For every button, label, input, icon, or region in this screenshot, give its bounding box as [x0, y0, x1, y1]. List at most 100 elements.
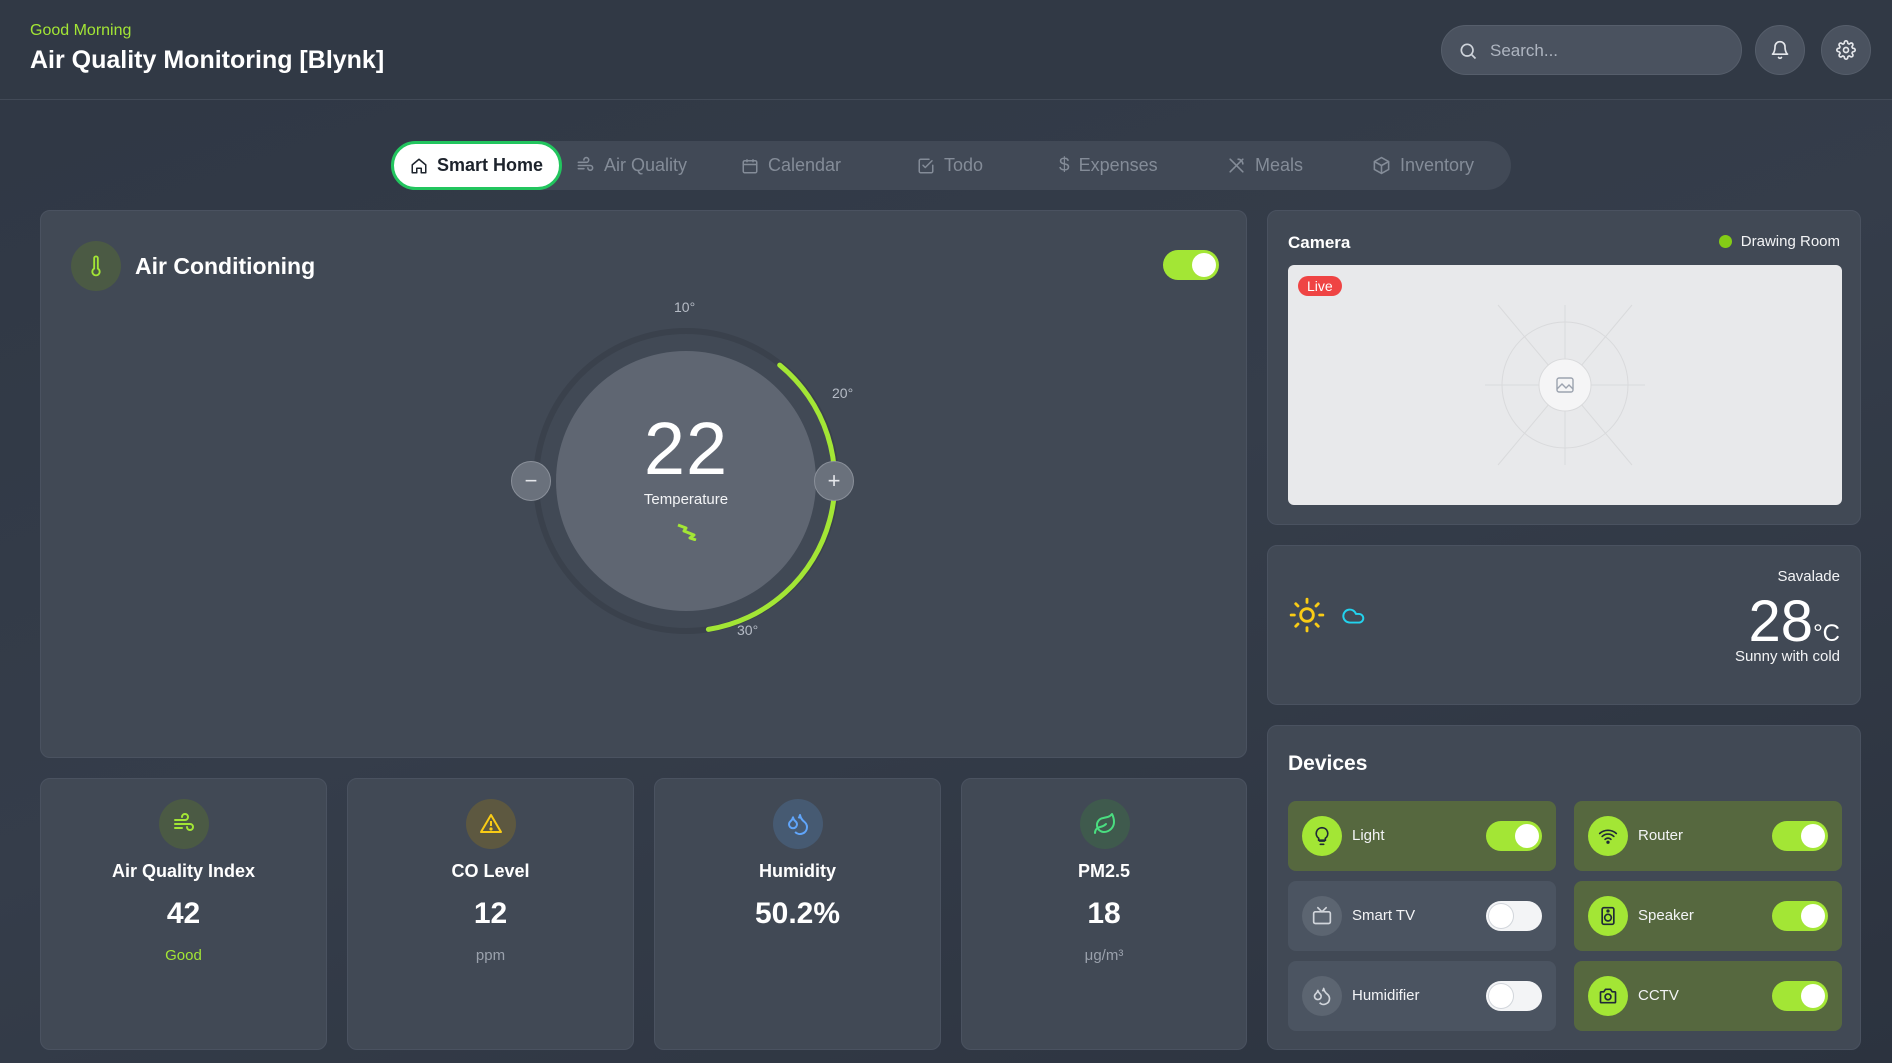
wind-icon	[576, 156, 595, 175]
humidifier-toggle[interactable]	[1486, 981, 1542, 1011]
settings-button[interactable]	[1821, 25, 1871, 75]
stat-label: PM2.5	[1077, 861, 1131, 881]
device-light[interactable]: Light	[1288, 801, 1556, 871]
device-name: Router	[1638, 827, 1684, 844]
device-humidifier[interactable]: Humidifier	[1288, 961, 1556, 1031]
light-toggle[interactable]	[1486, 821, 1542, 851]
stat-value: 50.2%	[754, 897, 841, 930]
warning-icon	[466, 799, 516, 849]
tab-label: Smart Home	[437, 155, 544, 175]
tab-calendar[interactable]: Calendar	[741, 141, 841, 190]
stat-unit: μg/m³	[1084, 947, 1124, 964]
stat-label: CO Level	[451, 861, 530, 881]
tab-air-quality[interactable]: Air Quality	[576, 141, 687, 190]
air-conditioning-card: Air Conditioning 22 Temperature 10° 20° …	[40, 210, 1247, 758]
image-icon	[1556, 377, 1574, 393]
home-icon	[410, 157, 428, 175]
decrease-temperature-button[interactable]: −	[511, 461, 551, 501]
device-router[interactable]: Router	[1574, 801, 1842, 871]
weather-location: Savalade	[1777, 568, 1840, 585]
live-badge: Live	[1298, 276, 1342, 296]
ac-power-toggle[interactable]	[1163, 250, 1219, 280]
tick-label-10: 10°	[674, 299, 696, 315]
leaf-icon	[1080, 799, 1130, 849]
camera-icon	[1588, 976, 1628, 1016]
weather-card: Savalade 28°C Sunny with cold	[1267, 545, 1861, 705]
notifications-button[interactable]	[1755, 25, 1805, 75]
stat-card-co-level: CO Level 12 ppm	[347, 778, 634, 1050]
toggle-knob	[1801, 904, 1825, 928]
speaker-icon	[1588, 896, 1628, 936]
stat-card-humidity: Humidity 50.2%	[654, 778, 941, 1050]
device-smart-tv[interactable]: Smart TV	[1288, 881, 1556, 951]
greeting: Good Morning	[30, 22, 132, 39]
tab-label: Calendar	[768, 155, 842, 175]
devices-title: Devices	[1288, 752, 1368, 775]
search-input[interactable]	[1490, 36, 1725, 66]
camera-feed[interactable]: Live	[1288, 265, 1842, 505]
devices-card: Devices Light Router Smart TV Speaker Hu…	[1267, 725, 1861, 1050]
camera-card: Camera Drawing Room Live	[1267, 210, 1861, 525]
weather-unit: °C	[1813, 620, 1840, 647]
tab-label: Expenses	[1078, 155, 1158, 175]
increase-temperature-button[interactable]: +	[814, 461, 854, 501]
speaker-toggle[interactable]	[1772, 901, 1828, 931]
droplets-icon	[773, 799, 823, 849]
tab-meals[interactable]: Meals	[1227, 141, 1303, 190]
device-name: Humidifier	[1352, 987, 1420, 1004]
wind-icon	[159, 799, 209, 849]
tab-label: Air Quality	[604, 155, 688, 175]
device-name: Smart TV	[1352, 907, 1416, 924]
device-name: Speaker	[1638, 907, 1694, 924]
stat-status: Good	[165, 947, 202, 964]
router-toggle[interactable]	[1772, 821, 1828, 851]
camera-title: Camera	[1288, 233, 1351, 252]
device-cctv[interactable]: CCTV	[1574, 961, 1842, 1031]
toggle-knob	[1801, 984, 1825, 1008]
utensils-icon	[1227, 156, 1246, 175]
dollar-icon: $	[1059, 154, 1070, 176]
droplets-icon	[1302, 976, 1342, 1016]
tick-label-20: 20°	[832, 385, 854, 401]
tab-label: Inventory	[1400, 155, 1475, 175]
camera-room: Drawing Room	[1718, 233, 1840, 250]
device-speaker[interactable]: Speaker	[1574, 881, 1842, 951]
weather-description: Sunny with cold	[1734, 648, 1840, 665]
tab-smart-home[interactable]: Smart Home	[391, 141, 563, 190]
status-dot	[1718, 235, 1732, 248]
toggle-knob	[1489, 904, 1513, 928]
cctv-toggle[interactable]	[1772, 981, 1828, 1011]
bell-icon	[1770, 40, 1790, 60]
ac-title: Air Conditioning	[135, 253, 316, 279]
toggle-knob	[1192, 253, 1216, 277]
stat-unit: ppm	[475, 947, 506, 964]
device-name: Light	[1352, 827, 1385, 844]
camera-room-label: Drawing Room	[1740, 233, 1840, 250]
tab-expenses[interactable]: $ Expenses	[1059, 141, 1158, 190]
stat-value: 18	[1087, 897, 1121, 930]
weather-temperature-value: 28	[1748, 589, 1814, 654]
stat-label: Air Quality Index	[111, 861, 256, 881]
page-title: Air Quality Monitoring [Blynk]	[30, 46, 385, 74]
smart-tv-toggle[interactable]	[1486, 901, 1542, 931]
tab-inventory[interactable]: Inventory	[1372, 141, 1474, 190]
toggle-knob	[1489, 984, 1513, 1008]
toggle-knob	[1515, 824, 1539, 848]
wifi-icon	[1588, 816, 1628, 856]
box-icon	[1372, 156, 1391, 175]
tick-label-30: 30°	[737, 622, 759, 638]
thermometer-icon	[71, 241, 121, 291]
lightbulb-icon	[1302, 816, 1342, 856]
tab-todo[interactable]: Todo	[917, 141, 983, 190]
weather-temperature: 28°C	[1749, 588, 1840, 655]
tv-icon	[1302, 896, 1342, 936]
header: Good Morning Air Quality Monitoring [Bly…	[0, 0, 1892, 100]
stat-value: 42	[166, 897, 201, 930]
stat-value: 12	[473, 897, 508, 930]
sun-icon	[1288, 596, 1326, 634]
tab-label: Meals	[1255, 155, 1304, 175]
gear-icon	[1836, 40, 1856, 60]
search-bar[interactable]	[1441, 25, 1742, 75]
cloud-icon	[1338, 602, 1368, 628]
stat-card-air-quality-index: Air Quality Index 42 Good	[40, 778, 327, 1050]
